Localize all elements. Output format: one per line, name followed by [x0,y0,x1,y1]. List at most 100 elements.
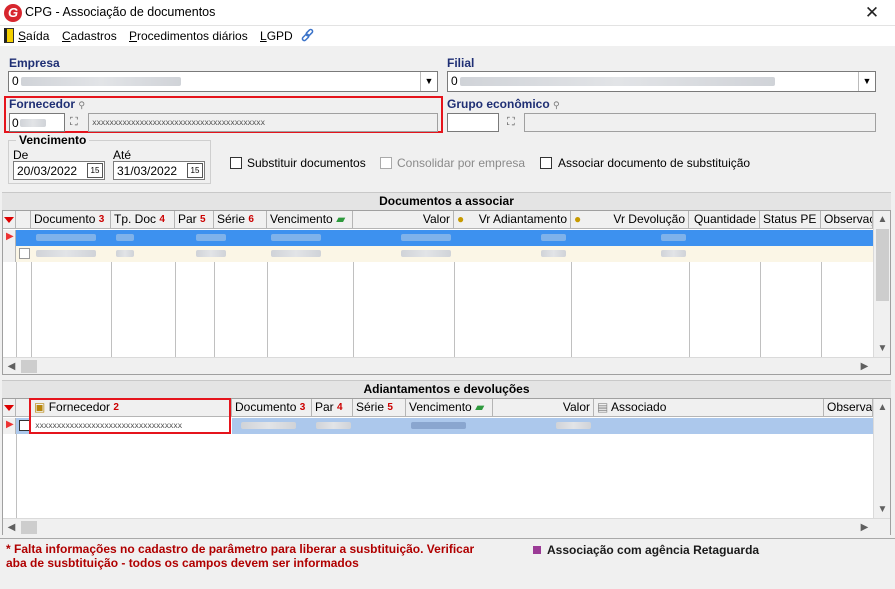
link-chain-icon[interactable] [300,28,315,43]
binoculars-icon[interactable]: ⛶ [70,116,78,129]
row-indicator[interactable] [3,246,16,262]
arrow-right-icon: ▶ [6,231,14,242]
checkbox-col-header [16,211,31,229]
associar-substituicao-label: Associar documento de substituição [558,156,751,170]
consolidar-empresa-label: Consolidar por empresa [397,156,526,170]
col-documento[interactable]: Documento 3 [232,399,312,417]
money-icon: ▰ [336,212,346,226]
col-tp-doc[interactable]: Tp. Doc 4 [111,211,175,229]
menu-saida[interactable]: Saída [18,29,49,43]
col-vr-devolucao[interactable]: ● Vr Devolução [571,211,689,229]
col-documento[interactable]: Documento 3 [31,211,111,229]
scroll-down-icon[interactable]: ▼ [874,501,891,518]
fornecedor-code-masked [20,119,46,127]
scroll-left-icon[interactable]: ◀ [3,519,20,536]
table-row[interactable] [16,230,873,246]
scroll-right-icon[interactable]: ▶ [856,519,873,536]
col-status-pe[interactable]: Status PE [760,211,821,229]
chevron-down-icon[interactable]: ▼ [858,72,875,91]
arrow-right-icon: ▶ [6,419,14,430]
calendar-icon[interactable]: 15 [187,163,203,178]
col-associado[interactable]: ▤ Associado [594,399,824,417]
pin-icon: ⚲ [553,100,560,110]
calendar-icon[interactable]: 15 [87,163,103,178]
consolidar-empresa-checkbox[interactable] [380,157,392,169]
col-serie[interactable]: Série 6 [214,211,267,229]
fornecedor-name-value: xxxxxxxxxxxxxxxxxxxxxxxxxxxxxxxxxxxxxxxx [92,118,265,127]
footer-note-line1: * Falta informações no cadastro de parâm… [6,542,475,556]
scroll-left-icon[interactable]: ◀ [3,358,20,375]
scrollbar-thumb[interactable] [21,521,37,534]
substituir-documentos-label: Substituir documentos [247,156,366,170]
exit-door-icon[interactable] [4,28,14,43]
scroll-right-icon[interactable]: ▶ [856,358,873,375]
col-serie[interactable]: Série 5 [353,399,406,417]
money-icon: ▰ [475,400,485,414]
empresa-label: Empresa [9,56,60,70]
documentos-grid[interactable]: Documento 3 Tp. Doc 4 Par 5 Série 6 Venc… [2,210,891,375]
binoculars-icon[interactable]: ⛶ [507,116,515,129]
menu-cadastros[interactable]: Cadastros [62,29,117,43]
empresa-value: 0 [12,74,19,88]
vertical-scrollbar[interactable]: ▲ ▼ [873,211,890,357]
associar-substituicao-checkbox[interactable] [540,157,552,169]
horizontal-scrollbar[interactable]: ◀ ▶ [3,357,890,374]
scroll-up-icon[interactable]: ▲ [874,211,891,228]
close-button[interactable]: ✕ [855,2,889,24]
scroll-down-icon[interactable]: ▼ [874,340,891,357]
filial-value: 0 [451,74,458,88]
row-indicator[interactable]: ▶ [3,418,16,434]
ate-label: Até [113,148,132,162]
ate-date-value: 31/03/2022 [117,164,178,178]
grupo-economico-label: Grupo econômico ⚲ [447,97,560,111]
horizontal-scrollbar[interactable]: ◀ ▶ [3,518,890,535]
de-label: De [13,148,29,162]
filial-label: Filial [447,56,475,70]
fornecedor-name-field: xxxxxxxxxxxxxxxxxxxxxxxxxxxxxxxxxxxxxxxx [88,113,438,132]
row-checkbox[interactable] [19,248,30,259]
table-row[interactable] [16,246,873,262]
col-vencimento[interactable]: Vencimento ▰ [406,399,493,417]
chevron-down-icon[interactable]: ▼ [420,72,437,91]
col-vencimento[interactable]: Vencimento ▰ [267,211,353,229]
col-vr-adiantamento[interactable]: ● Vr Adiantamento [454,211,571,229]
filial-masked-text [460,77,775,86]
fornecedor-code-value: 0 [12,116,19,130]
fornecedor-code-input[interactable]: 0 [9,113,65,132]
adiantamentos-section-title: Adiantamentos e devoluções [2,380,891,398]
col-valor[interactable]: Valor [353,211,454,229]
ate-date-input[interactable]: 31/03/2022 15 [113,161,205,180]
footer-note-line2: aba de susbtituição - todos os campos de… [6,556,359,570]
scrollbar-thumb[interactable] [876,229,889,301]
pin-icon: ⚲ [78,100,85,110]
grupo-code-input[interactable] [447,113,499,132]
legend-color-square [533,546,541,554]
col-par[interactable]: Par 5 [175,211,214,229]
col-par[interactable]: Par 4 [312,399,353,417]
menu-lgpd[interactable]: LGPD [260,29,293,43]
col-observacao[interactable]: Observaç [821,211,873,229]
col-valor[interactable]: Valor [493,399,594,417]
de-date-input[interactable]: 20/03/2022 15 [13,161,105,180]
select-all-header[interactable] [3,399,16,417]
col-observacao[interactable]: Observaç [824,399,873,417]
grupo-name-field [524,113,876,132]
empresa-select[interactable]: 0 ▼ [8,71,438,92]
empresa-masked-text [21,77,181,86]
row-indicator[interactable]: ▶ [3,230,16,246]
scroll-up-icon[interactable]: ▲ [874,399,891,416]
document-icon: ▤ [597,400,609,414]
menu-procedimentos-diarios[interactable]: Procedimentos diários [129,29,248,43]
caret-down-icon[interactable] [4,405,14,411]
documentos-section-title: Documentos a associar [2,192,891,210]
caret-down-icon[interactable] [4,217,14,223]
scrollbar-thumb[interactable] [21,360,37,373]
window-title: CPG - Associação de documentos [25,5,216,19]
filial-select[interactable]: 0 ▼ [447,71,876,92]
col-quantidade[interactable]: Quantidade [689,211,760,229]
vertical-scrollbar[interactable]: ▲ ▼ [873,399,890,518]
substituir-documentos-checkbox[interactable] [230,157,242,169]
legend-label: Associação com agência Retaguarda [547,543,760,557]
fornecedor-label: Fornecedor ⚲ [9,97,85,111]
select-all-header[interactable] [3,211,16,229]
